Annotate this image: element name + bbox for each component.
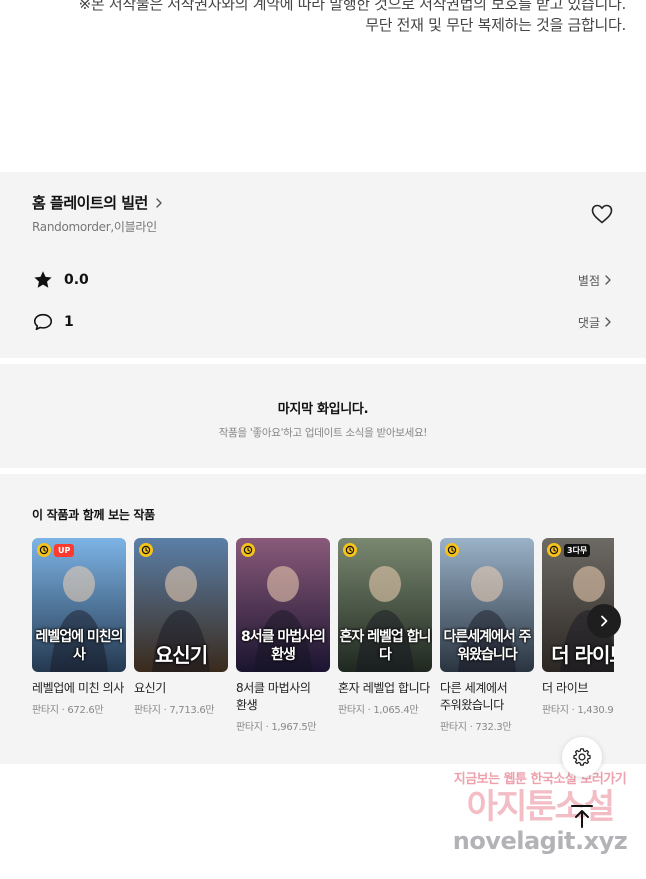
carousel-next-button[interactable] bbox=[587, 604, 621, 638]
comment-link[interactable]: 댓글 bbox=[578, 314, 614, 331]
comment-icon bbox=[33, 313, 53, 331]
thumbnail-badges: UP bbox=[37, 543, 75, 557]
recommendation-meta: 판타지 · 732.3만 bbox=[440, 722, 512, 733]
cover-title: 더 라이브 bbox=[551, 643, 614, 667]
recommendation-name: 8서클 마법사의 환생 bbox=[236, 681, 311, 712]
update-badge: UP bbox=[54, 543, 75, 557]
thumbnail-badges bbox=[343, 543, 357, 557]
cover-title: 혼자 레벨업 합니다 bbox=[339, 629, 432, 663]
recommendation-card[interactable]: UP 레벨업에 미친의사레벨업에 미친 의사판타지 · 672.6만 bbox=[32, 538, 126, 716]
rating-row: 0.0 별점 bbox=[32, 268, 614, 292]
recommendation-name: 혼자 레벨업 합니다 bbox=[338, 681, 430, 695]
cover-title: 레벨업에 미친의사 bbox=[35, 629, 123, 663]
settings-button[interactable] bbox=[562, 737, 602, 777]
heart-icon[interactable] bbox=[590, 202, 614, 226]
clock-icon bbox=[139, 543, 153, 557]
recommendation-name: 더 라이브 bbox=[542, 681, 588, 695]
recommendation-name: 레벨업에 미친 의사 bbox=[32, 681, 124, 695]
series-authors: Randomorder,이블라인 bbox=[32, 220, 157, 234]
rating-value: 0.0 bbox=[64, 272, 89, 288]
recommendation-meta: 판타지 · 672.6만 bbox=[32, 705, 104, 716]
recommendation-thumbnail: 혼자 레벨업 합니다 bbox=[338, 538, 432, 672]
recommendation-thumbnail: 다른세계에서 주워왔습니다 bbox=[440, 538, 534, 672]
clock-icon bbox=[37, 543, 51, 557]
recommendation-thumbnail: 요신기 bbox=[134, 538, 228, 672]
recommendation-name: 요신기 bbox=[134, 681, 166, 695]
recommendations-section: 이 작품과 함께 보는 작품 UP 레벨업에 미친의사레벨업에 미친 의사판타지 … bbox=[0, 474, 646, 764]
recommendation-thumbnail: 8서클 마법사의 환생 bbox=[236, 538, 330, 672]
recommendation-name: 다른 세계에서 주워왔습니다 bbox=[440, 681, 508, 712]
recommendation-card[interactable]: 혼자 레벨업 합니다 혼자 레벨업 합니다 판타지 · 1,065.4만 bbox=[338, 538, 432, 716]
comment-link-label: 댓글 bbox=[577, 315, 600, 330]
recommendation-meta: 판타지 · 1,967.5만 bbox=[236, 722, 317, 733]
copyright-notice: ※본 저작물은 저작권자와의 계약에 따라 발행한 것으로 저작권법의 보호를 … bbox=[78, 0, 627, 36]
cover-title: 8서클 마법사의 환생 bbox=[241, 629, 326, 663]
chevron-right-icon bbox=[156, 197, 162, 208]
thumbnail-badges bbox=[445, 543, 459, 557]
clock-icon bbox=[445, 543, 459, 557]
chevron-right-icon bbox=[601, 615, 608, 627]
recommendations-title: 이 작품과 함께 보는 작품 bbox=[32, 508, 155, 522]
watermark: 지금보는 웹툰 한국소설 보러가기 아지툰소설 novelagit.xyz bbox=[440, 768, 640, 868]
recommendation-thumbnail: UP 레벨업에 미친의사 bbox=[32, 538, 126, 672]
last-episode-heading: 마지막 화입니다. bbox=[277, 402, 369, 417]
cover-title: 요신기 bbox=[154, 643, 208, 667]
last-episode-panel: 마지막 화입니다. 작품을 '좋아요'하고 업데이트 소식을 받아보세요! bbox=[0, 364, 646, 468]
clock-icon bbox=[547, 543, 561, 557]
recommendations-carousel: UP 레벨업에 미친의사 레벨업에 미친 의사 판타지 · 672.6만 요신기 요신기 판… bbox=[32, 538, 614, 748]
promo-badge: 3다무 bbox=[564, 543, 591, 557]
recommendation-meta: 판타지 · 1,430.9만 bbox=[542, 705, 614, 716]
thumbnail-badges: 3다무 bbox=[547, 543, 591, 557]
cover-title: 다른세계에서 주워왔습니다 bbox=[443, 629, 531, 663]
recommendation-card[interactable]: 8서클 마법사의 환생 8서클 마법사의 환생판타지 · 1,967.5만 bbox=[236, 538, 330, 733]
gear-icon bbox=[573, 748, 591, 766]
recommendation-card[interactable]: 요신기 요신기 판타지 · 7,713.6만 bbox=[134, 538, 228, 716]
recommendation-meta: 판타지 · 1,065.4만 bbox=[338, 705, 419, 716]
copyright-notice-line2: 무단 전재 및 무단 복제하는 것을 금합니다. bbox=[365, 16, 626, 34]
chevron-right-icon bbox=[605, 317, 611, 327]
thumbnail-badges bbox=[139, 543, 153, 557]
clock-icon bbox=[343, 543, 357, 557]
rating-link[interactable]: 별점 bbox=[578, 272, 614, 289]
rating-link-label: 별점 bbox=[577, 273, 600, 288]
chevron-right-icon bbox=[605, 275, 611, 285]
star-icon bbox=[34, 271, 52, 288]
comment-count: 1 bbox=[64, 314, 74, 330]
comment-row: 1 댓글 bbox=[32, 310, 614, 334]
clock-icon bbox=[241, 543, 255, 557]
copyright-notice-line1: ※본 저작물은 저작권자와의 계약에 따라 발행한 것으로 저작권법의 보호를 … bbox=[78, 0, 627, 13]
series-info-panel: 홈 플레이트의 빌런 Randomorder,이블라인 0.0 별점 1 댓글 bbox=[0, 172, 646, 358]
thumbnail-badges bbox=[241, 543, 255, 557]
recommendation-meta: 판타지 · 7,713.6만 bbox=[134, 705, 215, 716]
series-title-link[interactable]: 홈 플레이트의 빌런 bbox=[32, 192, 166, 213]
watermark-line1: 지금보는 웹툰 한국소설 보러가기 bbox=[453, 772, 627, 787]
series-title: 홈 플레이트의 빌런 bbox=[32, 194, 148, 212]
watermark-line3: novelagit.xyz bbox=[452, 827, 628, 855]
watermark-line2: 아지툰소설 bbox=[466, 787, 615, 827]
recommendation-card[interactable]: 다른세계에서 주워왔습니다다른 세계에서 주워왔습니다판타지 · 732.3만 bbox=[440, 538, 534, 733]
last-episode-subtext: 작품을 '좋아요'하고 업데이트 소식을 받아보세요! bbox=[218, 427, 428, 439]
arrow-up-icon[interactable] bbox=[566, 800, 598, 832]
